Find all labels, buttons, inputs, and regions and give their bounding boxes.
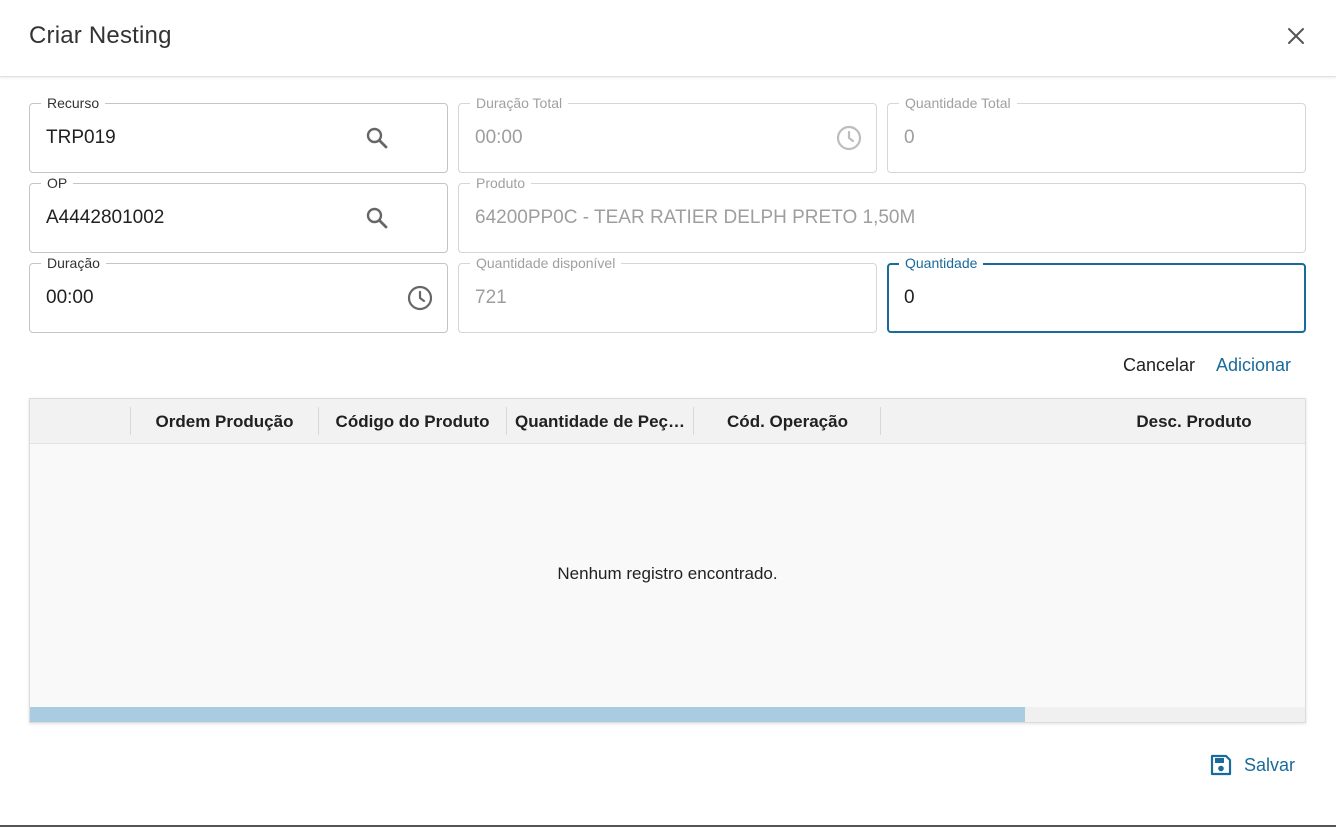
items-grid: Ordem Produção Código do Produto Quantid…	[29, 398, 1306, 723]
quantidade-value[interactable]: 0	[904, 286, 915, 310]
produto-field: Produto 64200PP0C - TEAR RATIER DELPH PR…	[458, 174, 1306, 253]
column-separator[interactable]	[880, 407, 881, 435]
recurso-value[interactable]: TRP019	[46, 126, 116, 150]
duracao-value[interactable]: 00:00	[46, 286, 94, 310]
quantidade-disponivel-value: 721	[475, 287, 507, 308]
duracao-total-field: Duração Total 00:00	[458, 94, 877, 173]
scrollbar-thumb[interactable]	[30, 707, 1025, 722]
floppy-disk-icon	[1210, 754, 1232, 776]
duracao-field[interactable]: Duração 00:00	[29, 254, 448, 333]
column-header-select[interactable]	[30, 399, 130, 444]
quantidade-total-value: 0	[904, 127, 915, 148]
quantidade-label: Quantidade	[899, 254, 984, 272]
recurso-label: Recurso	[41, 94, 106, 112]
save-label: Salvar	[1244, 755, 1296, 775]
cancel-button[interactable]: Cancelar	[1123, 354, 1195, 376]
recurso-field[interactable]: Recurso TRP019	[29, 94, 448, 173]
op-field[interactable]: OP A4442801002	[29, 174, 448, 253]
search-icon[interactable]	[364, 125, 390, 151]
column-header-desc-produto[interactable]: Desc. Produto	[1070, 399, 1318, 444]
dialog-title: Criar Nesting	[29, 22, 172, 49]
quantidade-total-field: Quantidade Total 0	[887, 94, 1306, 173]
duracao-total-value: 00:00	[475, 127, 523, 148]
op-label: OP	[41, 174, 74, 192]
column-header-cod-operacao[interactable]: Cód. Operação	[694, 399, 881, 444]
clock-icon	[836, 125, 862, 151]
quantidade-disponivel-field: Quantidade disponível 721	[458, 254, 877, 333]
op-value[interactable]: A4442801002	[46, 206, 164, 230]
close-icon	[1288, 28, 1304, 44]
save-button[interactable]: Salvar	[1210, 754, 1295, 776]
clock-icon[interactable]	[407, 285, 433, 311]
produto-label: Produto	[470, 174, 532, 192]
quantidade-total-label: Quantidade Total	[899, 94, 1017, 112]
column-header-quantidade-pecas[interactable]: Quantidade de Peç…	[507, 399, 693, 444]
search-icon[interactable]	[364, 205, 390, 231]
add-button[interactable]: Adicionar	[1216, 354, 1291, 376]
dialog-header: Criar Nesting	[0, 0, 1336, 77]
close-button[interactable]	[1282, 22, 1310, 50]
duracao-total-label: Duração Total	[470, 94, 569, 112]
column-header-codigo-produto[interactable]: Código do Produto	[319, 399, 506, 444]
column-header-ordem-producao[interactable]: Ordem Produção	[131, 399, 318, 444]
grid-header: Ordem Produção Código do Produto Quantid…	[30, 399, 1305, 444]
produto-value: 64200PP0C - TEAR RATIER DELPH PRETO 1,50…	[475, 207, 916, 228]
horizontal-scrollbar[interactable]	[30, 707, 1305, 722]
quantidade-disponivel-label: Quantidade disponível	[470, 254, 622, 272]
duracao-label: Duração	[41, 254, 106, 272]
grid-empty-message: Nenhum registro encontrado.	[557, 564, 778, 583]
quantidade-field[interactable]: Quantidade 0	[887, 254, 1306, 333]
